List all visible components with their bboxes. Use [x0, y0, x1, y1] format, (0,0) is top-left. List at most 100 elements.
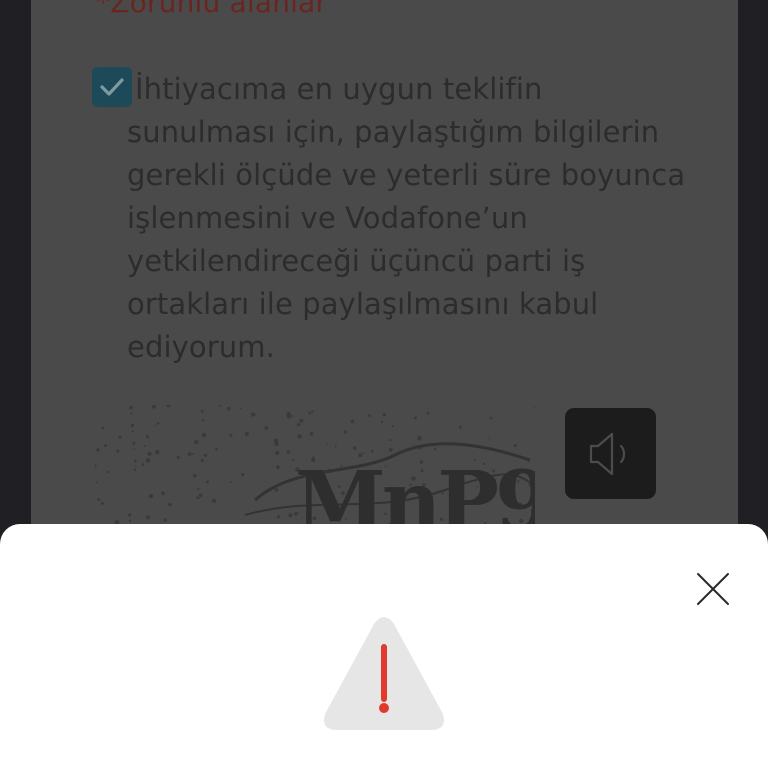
captcha-noise-dot [101, 426, 105, 430]
captcha-noise-dot [106, 470, 109, 474]
captcha-noise-dot [192, 452, 195, 455]
captcha-noise-dot [433, 447, 437, 451]
captcha-audio-button[interactable] [565, 408, 656, 499]
captcha-noise-dot [218, 403, 222, 407]
captcha-noise-dot [229, 433, 233, 437]
consent-text-line: sunulması için, paylaştığım bilgilerin [127, 115, 660, 149]
captcha-noise-dot [168, 502, 172, 507]
captcha-noise-dot [133, 448, 136, 450]
captcha-noise-dot [274, 441, 279, 447]
captcha-noise-dot [143, 445, 146, 447]
captcha-noise-dot [148, 493, 154, 499]
captcha-noise: MnP97 [93, 403, 605, 550]
captcha-noise-dot [299, 418, 304, 423]
captcha-noise-dot [130, 423, 134, 427]
consent-text-line: gerekli ölçüde ve yeterli süre boyunca [127, 158, 686, 192]
captcha-noise-dot [134, 466, 137, 468]
captcha-noise-dot [154, 424, 156, 427]
captcha-noise-dot [308, 411, 312, 415]
captcha-noise-dot [104, 444, 107, 447]
captcha-noise-dot [215, 447, 218, 451]
captcha-noise-dot [95, 481, 98, 484]
consent-checkbox[interactable] [92, 67, 132, 107]
captcha-noise-dot [343, 430, 348, 434]
consent-text-line: İhtiyacıma en uygun teklifin [135, 72, 543, 106]
captcha-noise-dot [326, 443, 328, 446]
captcha-noise-dot [371, 450, 374, 453]
captcha-noise-dot [276, 515, 281, 519]
captcha-noise-dot [489, 416, 493, 420]
captcha-noise-dot [426, 411, 430, 415]
captcha-noise-dot [157, 422, 160, 425]
captcha-noise-dot [513, 444, 517, 448]
captcha-noise-dot [286, 412, 292, 417]
captcha-noise-dot [227, 406, 231, 411]
captcha-noise-dot [192, 473, 197, 478]
consent-text-line: yetkilendireceği üçüncü parti iş [127, 244, 586, 278]
captcha-noise-dot [145, 435, 149, 439]
captcha-noise-dot [133, 468, 136, 472]
captcha-noise-dot [201, 419, 205, 422]
captcha-noise-dot [145, 458, 151, 463]
required-fields-note: *Zorunlu alanlar [96, 0, 328, 19]
captcha-noise-dot [274, 488, 279, 492]
captcha-noise-dot [389, 439, 392, 442]
captcha-noise-dot [205, 480, 209, 484]
captcha-noise-dot [146, 515, 150, 520]
captcha-noise-dot [264, 426, 269, 430]
captcha-noise-dot [163, 518, 167, 522]
captcha-noise-dot [200, 410, 204, 413]
captcha-noise-dot [413, 444, 415, 446]
captcha-noise-dot [131, 430, 134, 433]
captcha-noise-dot [350, 419, 355, 424]
captcha-noise-dot [187, 452, 192, 457]
captcha-noise-dot [100, 501, 104, 505]
close-button[interactable] [690, 566, 736, 612]
captcha-noise-dot [488, 437, 491, 439]
captcha-noise-dot [276, 465, 280, 470]
close-icon [697, 573, 729, 605]
captcha-noise-dot [311, 410, 314, 413]
captcha-image: MnP97 [93, 403, 605, 550]
exclamation-dot [379, 703, 389, 713]
captcha-noise-dot [413, 416, 417, 420]
captcha-noise-dot [388, 447, 393, 452]
captcha-noise-dot [368, 414, 371, 418]
consent-text-line: ortakları ile paylaşılmasını kabul [127, 287, 599, 321]
consent-text: İhtiyacıma en uygun teklifin sunulması i… [127, 68, 687, 369]
captcha-noise-dot [203, 453, 207, 457]
captcha-noise-dot [155, 449, 160, 455]
captcha-noise-dot [118, 435, 122, 439]
captcha-noise-dot [97, 498, 101, 501]
consent-text-line: ediyorum. [127, 330, 275, 364]
captcha-noise-dot [275, 450, 280, 455]
captcha-noise-dot [391, 425, 394, 428]
captcha-noise-dot [334, 445, 337, 448]
captcha-noise-dot [194, 441, 198, 445]
captcha-noise-dot [286, 450, 291, 454]
captcha-noise-dot [127, 513, 132, 517]
captcha-noise-dot [239, 407, 242, 410]
captcha-noise-dot [197, 487, 200, 491]
captcha-noise-dot [151, 404, 156, 409]
captcha-noise-dot [211, 498, 217, 503]
captcha-text: MnP97 [295, 454, 535, 530]
speaker-icon [589, 432, 626, 476]
captcha-noise-dot [132, 441, 136, 445]
checkmark-icon [100, 78, 124, 96]
captcha-noise-dot [176, 455, 180, 460]
captcha-noise-dot [297, 423, 301, 427]
captcha-noise-dot [128, 519, 132, 522]
captcha-noise-dot [200, 458, 204, 462]
captcha-noise-dot [166, 403, 171, 408]
captcha-noise-dot [288, 513, 293, 518]
captcha-noise-dot [129, 405, 133, 410]
captcha-noise-dot [201, 432, 207, 438]
captcha-noise-dot [417, 436, 422, 441]
exclamation-bar [381, 644, 387, 702]
consent-text-line: işlenmesini ve Vodafone’un [127, 201, 528, 235]
captcha-noise-dot [147, 451, 152, 456]
captcha-noise-dot [309, 431, 314, 436]
captcha-noise-dot [230, 481, 233, 483]
captcha-noise-dot [381, 420, 384, 424]
